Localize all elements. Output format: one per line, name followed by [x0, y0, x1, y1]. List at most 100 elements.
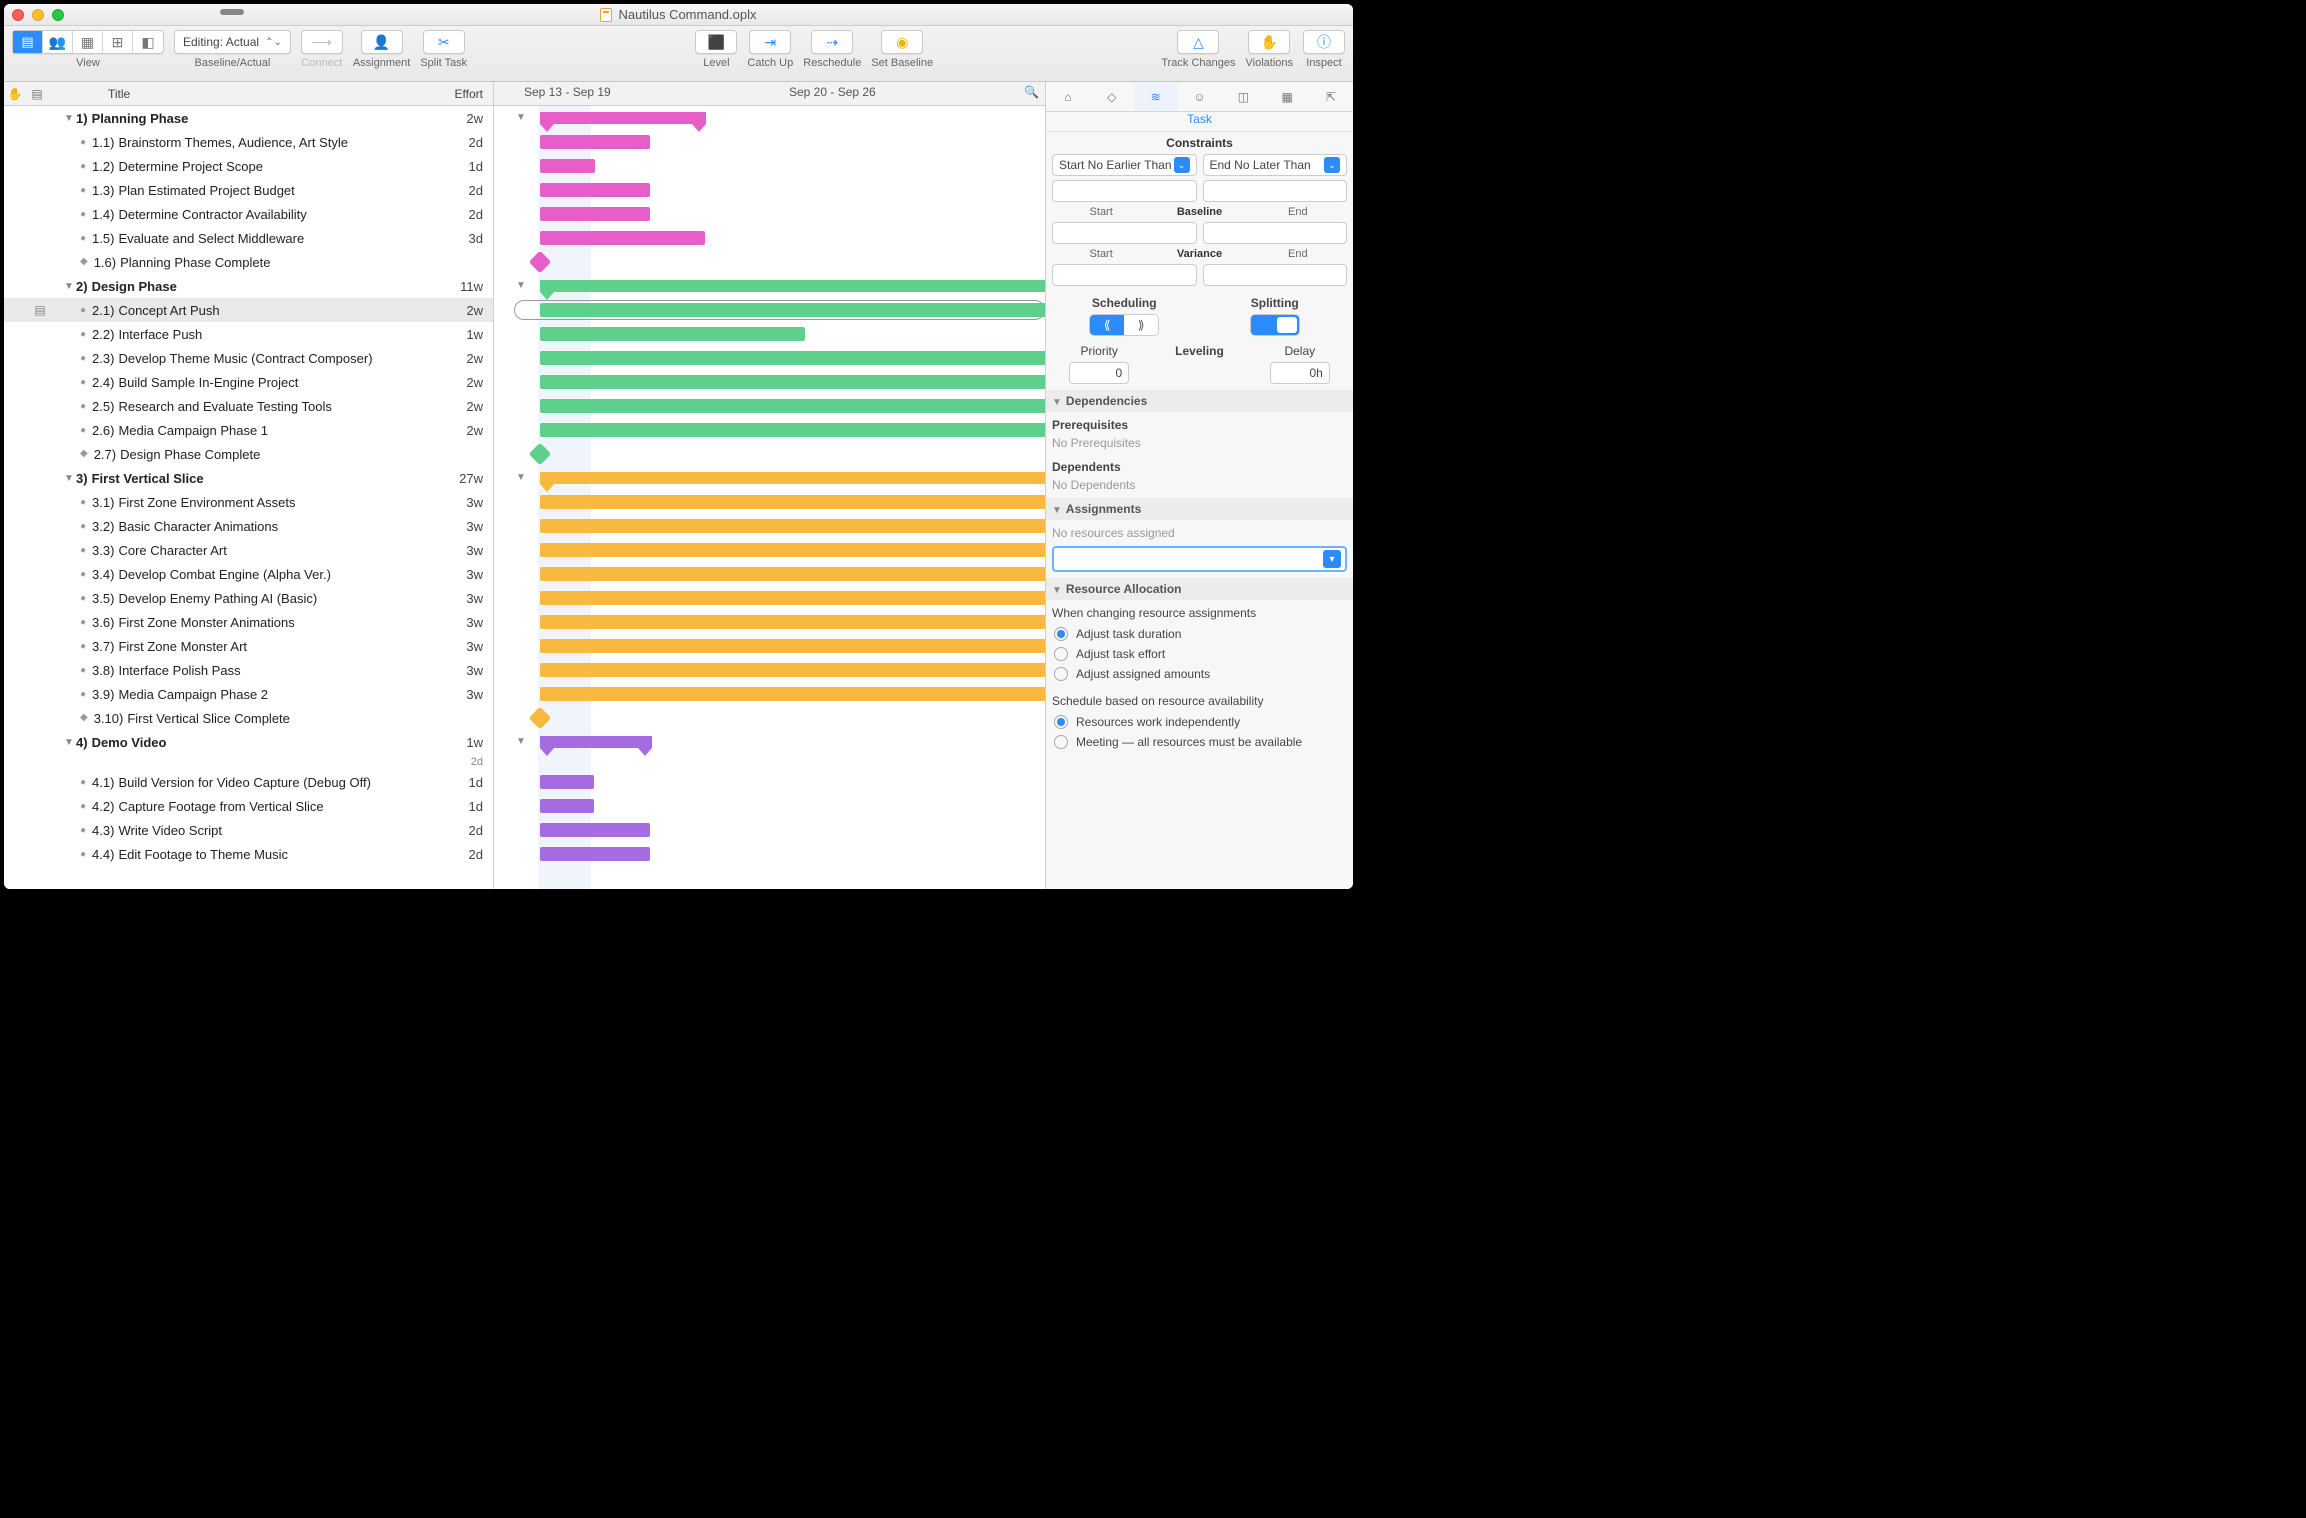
flag-column-icon[interactable]: ✋: [4, 87, 26, 101]
gantt-row[interactable]: [494, 586, 1045, 610]
task-row[interactable]: ●3.3)Core Character Art3w: [4, 538, 493, 562]
gantt-row[interactable]: [494, 682, 1045, 706]
connect-button[interactable]: ⟶: [301, 30, 343, 54]
task-row[interactable]: ●4.1)Build Version for Video Capture (De…: [4, 770, 493, 794]
baseline-start-input[interactable]: [1052, 222, 1197, 244]
gantt-row[interactable]: ▼: [494, 466, 1045, 490]
gantt-task-bar[interactable]: [540, 823, 650, 837]
gantt-row[interactable]: [494, 370, 1045, 394]
resalloc-section[interactable]: ▼Resource Allocation: [1046, 578, 1353, 600]
task-row[interactable]: ●1.3)Plan Estimated Project Budget2d: [4, 178, 493, 202]
ra-duration[interactable]: Adjust task duration: [1052, 624, 1347, 644]
view-styles-icon[interactable]: ◧: [133, 31, 163, 53]
gantt-summary-bar[interactable]: [540, 472, 1045, 484]
gantt-task-bar[interactable]: [540, 663, 1045, 677]
scheduling-direction[interactable]: ⟪ ⟫: [1089, 314, 1159, 336]
inspect-button[interactable]: ⓘ: [1303, 30, 1345, 54]
gantt-milestone[interactable]: [529, 251, 552, 274]
task-row[interactable]: ●4.4)Edit Footage to Theme Music2d: [4, 842, 493, 866]
start-constraint-date[interactable]: [1052, 180, 1197, 202]
gantt-task-bar[interactable]: [540, 639, 1045, 653]
task-row[interactable]: ●3.2)Basic Character Animations3w: [4, 514, 493, 538]
task-row[interactable]: ◆3.10)First Vertical Slice Complete: [4, 706, 493, 730]
sa-meeting[interactable]: Meeting — all resources must be availabl…: [1052, 732, 1347, 752]
gantt-milestone[interactable]: [529, 707, 552, 730]
gantt-task-bar[interactable]: [540, 423, 1045, 437]
gantt-row[interactable]: [494, 202, 1045, 226]
inspector-tab-columns[interactable]: ▦: [1265, 82, 1309, 111]
inspector-tab-styles[interactable]: ◫: [1221, 82, 1265, 111]
schedule-asap-icon[interactable]: ⟪: [1090, 315, 1124, 335]
gantt-row[interactable]: ▼: [494, 274, 1045, 298]
effort-column[interactable]: Effort: [423, 87, 493, 101]
gantt-task-bar[interactable]: [540, 231, 705, 245]
variance-end-input[interactable]: [1203, 264, 1348, 286]
gantt-task-bar[interactable]: [540, 495, 1045, 509]
task-row[interactable]: ●1.5)Evaluate and Select Middleware3d: [4, 226, 493, 250]
view-calendar-icon[interactable]: ▦: [73, 31, 103, 53]
delay-input[interactable]: 0h: [1270, 362, 1330, 384]
gantt-row[interactable]: ▼: [494, 106, 1045, 130]
gantt-task-bar[interactable]: [540, 207, 650, 221]
sa-independent[interactable]: Resources work independently: [1052, 712, 1347, 732]
gantt-row[interactable]: [494, 634, 1045, 658]
gantt-task-bar[interactable]: [540, 351, 1045, 365]
gantt-task-bar[interactable]: [540, 687, 1045, 701]
assignment-button[interactable]: 👤: [361, 30, 403, 54]
gantt-task-bar[interactable]: [540, 543, 1045, 557]
gantt-row[interactable]: [494, 490, 1045, 514]
task-row[interactable]: ●3.4)Develop Combat Engine (Alpha Ver.)3…: [4, 562, 493, 586]
baseline-actual-picker[interactable]: Editing: Actual ⌃⌄: [174, 30, 291, 54]
outline-body[interactable]: ▼ 1)Planning Phase2w●1.1)Brainstorm Them…: [4, 106, 493, 889]
gantt-task-bar[interactable]: [540, 847, 650, 861]
task-row[interactable]: ●2.6)Media Campaign Phase 12w: [4, 418, 493, 442]
gantt-task-bar[interactable]: [540, 375, 1045, 389]
task-row[interactable]: ◆2.7)Design Phase Complete: [4, 442, 493, 466]
task-row[interactable]: ●3.5)Develop Enemy Pathing AI (Basic)3w: [4, 586, 493, 610]
variance-start-input[interactable]: [1052, 264, 1197, 286]
gantt-task-bar[interactable]: [540, 159, 595, 173]
inspector-tab-project[interactable]: ⌂: [1046, 82, 1090, 111]
inspector-tab-task[interactable]: ≋: [1134, 82, 1178, 111]
disclosure-triangle-icon[interactable]: ▼: [516, 736, 526, 747]
task-row[interactable]: ●3.6)First Zone Monster Animations3w: [4, 610, 493, 634]
gantt-task-bar[interactable]: [540, 183, 650, 197]
gantt-row[interactable]: [494, 794, 1045, 818]
task-row[interactable]: ▼ 4)Demo Video1w: [4, 730, 493, 754]
gantt-summary-bar[interactable]: [540, 736, 652, 748]
gantt-row[interactable]: [494, 226, 1045, 250]
task-row[interactable]: ▤●2.1)Concept Art Push2w: [4, 298, 493, 322]
disclosure-triangle-icon[interactable]: ▼: [516, 472, 526, 483]
disclosure-triangle-icon[interactable]: ▼: [516, 112, 526, 123]
gantt-row[interactable]: [494, 842, 1045, 866]
task-row[interactable]: ●3.9)Media Campaign Phase 23w: [4, 682, 493, 706]
task-row[interactable]: ●4.3)Write Video Script2d: [4, 818, 493, 842]
gantt-task-bar[interactable]: [540, 135, 650, 149]
task-row[interactable]: ●3.7)First Zone Monster Art3w: [4, 634, 493, 658]
task-row[interactable]: ●1.1)Brainstorm Themes, Audience, Art St…: [4, 130, 493, 154]
task-row[interactable]: ●2.3)Develop Theme Music (Contract Compo…: [4, 346, 493, 370]
track-changes-button[interactable]: △: [1177, 30, 1219, 54]
gantt-task-bar[interactable]: [540, 399, 1045, 413]
gantt-task-bar[interactable]: [540, 327, 805, 341]
gantt-row[interactable]: [494, 178, 1045, 202]
gantt-row[interactable]: [494, 610, 1045, 634]
disclosure-triangle-icon[interactable]: ▼: [516, 280, 526, 291]
assignment-resource-input[interactable]: ▾: [1052, 546, 1347, 572]
gantt-row[interactable]: [494, 418, 1045, 442]
gantt-row[interactable]: [494, 706, 1045, 730]
disclosure-triangle-icon[interactable]: ▼: [64, 473, 76, 484]
assignments-section[interactable]: ▼Assignments: [1046, 498, 1353, 520]
task-row[interactable]: ●2.4)Build Sample In-Engine Project2w: [4, 370, 493, 394]
inspector-tab-milestones[interactable]: ◇: [1090, 82, 1134, 111]
level-button[interactable]: ⬛: [695, 30, 737, 54]
task-row[interactable]: ▼ 3)First Vertical Slice27w: [4, 466, 493, 490]
gantt-body[interactable]: ▼ ▼ ▼ ▼: [494, 106, 1045, 889]
task-row[interactable]: ●3.1)First Zone Environment Assets3w: [4, 490, 493, 514]
task-row[interactable]: ●4.2)Capture Footage from Vertical Slice…: [4, 794, 493, 818]
gantt-row[interactable]: [494, 514, 1045, 538]
title-column[interactable]: Title: [48, 87, 423, 101]
gantt-task-bar[interactable]: [540, 303, 1045, 317]
dependencies-section[interactable]: ▼Dependencies: [1046, 390, 1353, 412]
gantt-summary-bar[interactable]: [540, 280, 1045, 292]
